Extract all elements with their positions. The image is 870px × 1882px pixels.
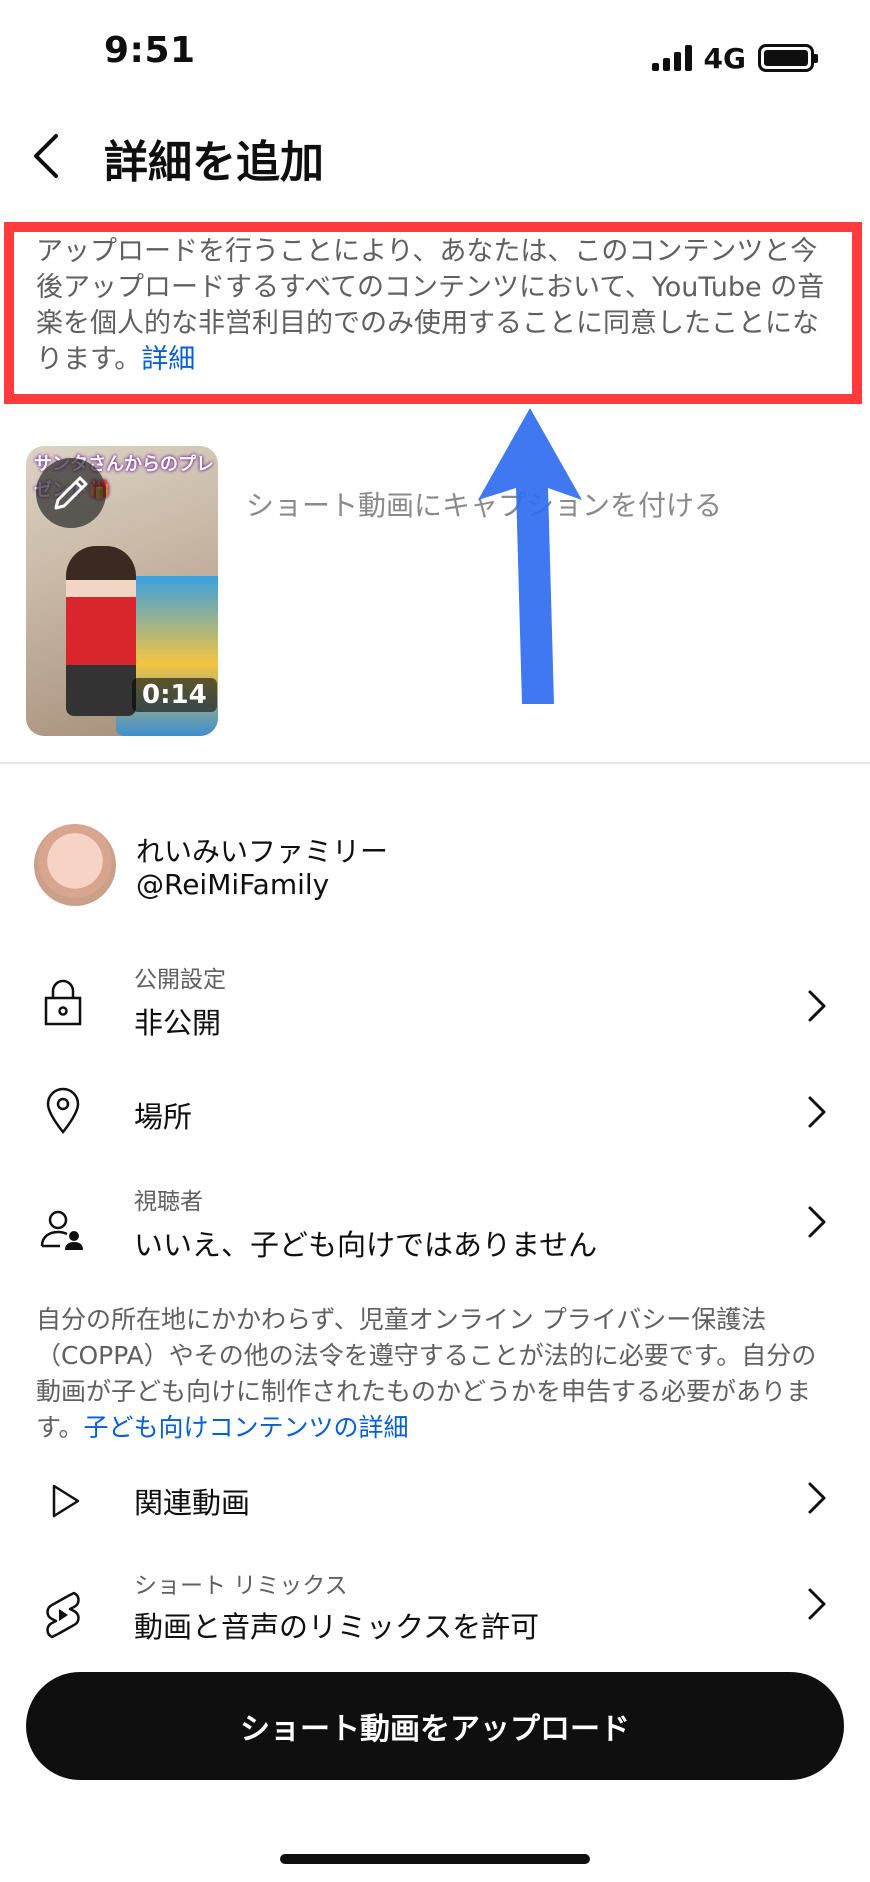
signal-icon	[651, 45, 692, 71]
home-indicator[interactable]	[280, 1854, 590, 1864]
audience-value: いいえ、子ども向けではありません	[134, 1228, 598, 1262]
chevron-right-icon	[808, 1588, 826, 1620]
audience-row[interactable]: 視聴者 いいえ、子ども向けではありません	[0, 1182, 870, 1272]
visibility-row[interactable]: 公開設定 非公開	[0, 956, 870, 1046]
account-handle: @ReiMiFamily	[136, 868, 330, 901]
video-duration: 0:14	[132, 678, 217, 712]
audience-label: 視聴者	[134, 1189, 203, 1215]
coppa-notice: 自分の所在地にかかわらず、児童オンライン プライバシー保護法（COPPA）やその…	[36, 1302, 836, 1446]
network-type: 4G	[703, 41, 746, 75]
upload-shorts-button[interactable]: ショート動画をアップロード	[26, 1672, 844, 1780]
music-usage-notice: アップロードを行うことにより、あなたは、このコンテンツと今後アップロードするすべ…	[36, 234, 836, 378]
related-video-row[interactable]: 関連動画	[0, 1474, 870, 1534]
battery-icon	[758, 44, 818, 72]
chevron-right-icon	[808, 1206, 826, 1238]
audience-icon	[40, 1210, 83, 1250]
notice-details-link[interactable]: 詳細	[141, 344, 195, 375]
related-video-value: 関連動画	[134, 1486, 251, 1520]
shorts-remix-row[interactable]: ショート リミックス 動画と音声のリミックスを許可	[0, 1566, 870, 1650]
visibility-value: 非公開	[134, 1006, 222, 1040]
section-divider	[0, 762, 870, 764]
location-row[interactable]: 場所	[0, 1086, 870, 1152]
chevron-left-icon[interactable]	[22, 128, 78, 184]
annotation-arrow-icon	[478, 408, 582, 704]
status-icons: 4G	[651, 40, 818, 76]
thumbnail-child	[66, 546, 136, 716]
kids-content-details-link[interactable]: 子ども向けコンテンツの詳細	[84, 1413, 409, 1442]
status-bar: 9:51 4G	[0, 0, 870, 110]
status-time: 9:51	[104, 30, 196, 71]
avatar	[34, 824, 116, 906]
account-name: れいみいファミリー	[136, 835, 389, 868]
page-title: 詳細を追加	[104, 137, 324, 188]
shorts-remix-value: 動画と音声のリミックスを許可	[134, 1610, 540, 1644]
play-icon	[52, 1484, 80, 1518]
chevron-right-icon	[808, 1482, 826, 1514]
location-pin-icon	[46, 1087, 80, 1134]
visibility-label: 公開設定	[134, 967, 226, 993]
chevron-right-icon	[808, 990, 826, 1022]
chevron-right-icon	[808, 1096, 826, 1128]
lock-icon	[44, 979, 82, 1026]
shorts-remix-label: ショート リミックス	[134, 1573, 348, 1599]
pencil-icon	[54, 476, 88, 510]
location-value: 場所	[134, 1100, 193, 1134]
edit-thumbnail-button[interactable]	[36, 458, 106, 528]
shorts-remix-icon	[46, 1591, 80, 1639]
header: 詳細を追加	[0, 110, 870, 200]
